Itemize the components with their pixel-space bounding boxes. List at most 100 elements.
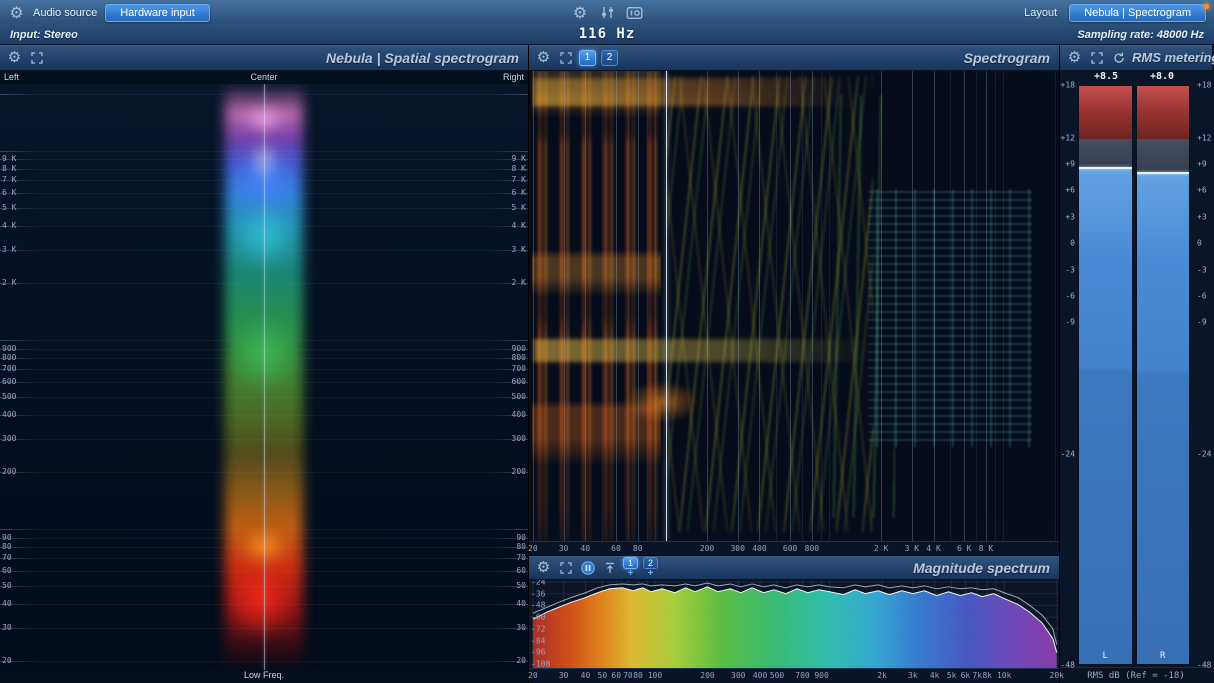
v-gridline [615, 71, 617, 541]
spectrogram-bright-band-top [534, 78, 853, 107]
status-led [1204, 4, 1209, 9]
magnitude-settings-icon[interactable]: ⚙ [535, 559, 552, 576]
v-gridline [737, 71, 739, 541]
spectrogram-header: ⚙ 1 2 Spectrogram [529, 45, 1059, 71]
freq-axis-label: 80 [2, 542, 12, 552]
freq-axis-label: 50 [597, 671, 608, 680]
freq-axis-label: 40 [2, 599, 12, 609]
freq-axis-label: 700 [795, 671, 810, 680]
spectrogram-plot[interactable] [529, 71, 1059, 541]
rms-meter[interactable]: L [1078, 85, 1133, 665]
db-scale-label: -48 [1197, 660, 1212, 670]
spectrogram-low-freq-content [531, 71, 662, 541]
io-monitor-icon[interactable] [626, 4, 643, 21]
peak-hold-icon[interactable] [601, 559, 618, 576]
rms-scale-right: +18 +12 +9 +6 +3 0 -3 -6 -9 -24 -48 [1195, 81, 1212, 670]
magnitude-title: Magnitude spectrum [913, 559, 1050, 576]
freq-axis-label: 700 [511, 364, 526, 374]
freq-axis-label: 4 K [926, 544, 941, 553]
db-scale-label: +3 [1065, 212, 1075, 222]
sliders-icon[interactable] [599, 4, 616, 21]
freq-axis-label: 800 [511, 353, 526, 363]
db-scale-label: +6 [1197, 185, 1207, 195]
freq-axis-label: 800 [2, 353, 17, 363]
nebula-plot[interactable]: 9 K9 K8 K8 K7 K7 K6 K6 K5 K5 K4 K4 K3 K3… [0, 84, 528, 670]
meter-red-zone [1136, 86, 1189, 139]
v-gridline [820, 71, 822, 541]
magnitude-fullscreen-icon[interactable] [557, 559, 574, 576]
v-gridline [532, 71, 534, 541]
rms-value-readouts: +8.5 +8.0 [1078, 71, 1190, 85]
spectrogram-settings-icon[interactable]: ⚙ [535, 49, 552, 66]
db-scale-label: -24 [1197, 449, 1212, 459]
settings-gear-icon[interactable]: ⚙ [8, 4, 25, 21]
freq-axis-label: 3 K [2, 244, 17, 254]
input-info-label: Input: Stereo [10, 29, 78, 41]
freq-axis-label: 2k [877, 671, 887, 680]
db-scale-label: +12 [1197, 133, 1212, 143]
magnitude-plot[interactable]: -24 -36 -48 -60 -72 -84 -96 -108 [529, 580, 1059, 668]
hardware-input-button[interactable]: Hardware input [105, 3, 210, 22]
freq-axis-label: 500 [769, 671, 785, 680]
freq-axis-label: 400 [2, 410, 17, 420]
add-snapshot-2-icon[interactable]: + [648, 569, 654, 579]
spectrogram-low-freq-shade [531, 71, 662, 541]
freq-axis-label: 60 [611, 544, 621, 553]
freq-axis-label: 700 [2, 364, 17, 374]
h-gridline [0, 537, 528, 539]
freq-axis-label: 500 [2, 391, 17, 401]
rms-body: +8.5 +8.0 +18 +12 +9 +6 +3 0 -3 -6 -9 -24 -48 +18 +… [1060, 71, 1212, 670]
rms-reset-icon[interactable] [1110, 49, 1127, 66]
low-freq-label: Low Freq. [243, 670, 285, 680]
h-gridline [0, 207, 528, 209]
h-gridline [0, 529, 528, 531]
meter-red-zone [1079, 86, 1132, 139]
cursor-frequency-readout: 116 Hz [578, 26, 636, 42]
rms-scale-left: +18 +12 +9 +6 +3 0 -3 -6 -9 -24 -48 [1060, 81, 1077, 670]
v-gridline [637, 71, 639, 541]
h-gridline [0, 249, 528, 251]
db-scale-label: -3 [1065, 265, 1075, 275]
db-axis-label: -60 [531, 612, 546, 622]
h-gridline [0, 571, 528, 573]
rms-settings-icon[interactable]: ⚙ [1066, 49, 1083, 66]
freq-axis-label: 3k [908, 671, 918, 680]
spectrogram-view-2-button[interactable]: 2 [601, 49, 618, 66]
v-gridline [964, 71, 966, 541]
freq-axis-label: 20 [528, 544, 538, 553]
freq-axis-label: 60 [611, 671, 622, 680]
layout-button[interactable]: Layout [1024, 7, 1057, 19]
freq-axis-label: 70 [516, 553, 526, 563]
v-gridline [627, 71, 629, 541]
top-center-icons: ⚙ [572, 4, 643, 21]
db-scale-label: +18 [1060, 80, 1075, 90]
db-scale-label: -6 [1197, 291, 1207, 301]
nebula-fullscreen-icon[interactable] [28, 49, 45, 66]
h-gridline [0, 225, 528, 227]
rms-meter[interactable]: R [1135, 85, 1190, 665]
sampling-rate-label: Sampling rate: 48000 Hz [1077, 29, 1204, 41]
nebula-settings-icon[interactable]: ⚙ [6, 49, 23, 66]
freq-axis-label: 200 [511, 467, 526, 477]
rms-title: RMS metering [1132, 50, 1214, 65]
freeze-pause-icon[interactable] [579, 559, 596, 576]
add-snapshot-1-icon[interactable]: + [628, 569, 634, 579]
center-guide-line [264, 84, 265, 670]
h-gridline [0, 586, 528, 588]
freq-axis-label: 10k [996, 671, 1012, 680]
freq-axis-label: 90 [516, 532, 526, 542]
db-axis-label: -36 [531, 589, 546, 599]
h-gridline [0, 192, 528, 194]
pan-label-right: Right [502, 72, 524, 82]
spectrogram-view-1-button[interactable]: 1 [579, 49, 596, 66]
freq-axis-label: 2 K [2, 277, 17, 287]
freq-axis-label: 2 K [511, 277, 526, 287]
freq-axis-label: 400 [752, 671, 768, 680]
pan-label-left: Left [4, 72, 20, 82]
db-axis-label: -72 [531, 624, 546, 634]
preset-button[interactable]: Nebula | Spectrogram [1069, 3, 1206, 22]
global-settings-icon[interactable]: ⚙ [572, 4, 589, 21]
spectrogram-fullscreen-icon[interactable] [557, 49, 574, 66]
rms-fullscreen-icon[interactable] [1088, 49, 1105, 66]
freq-axis-label: 400 [511, 410, 526, 420]
